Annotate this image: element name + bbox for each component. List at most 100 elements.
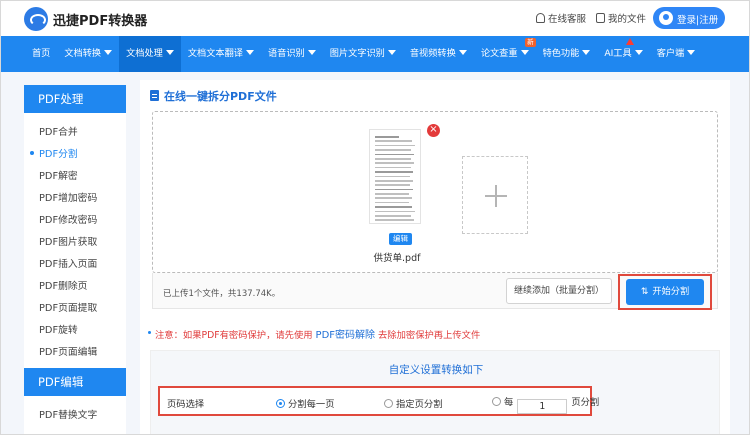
pdf-thumbnail[interactable] bbox=[369, 129, 421, 224]
nav-item-label: 文档文本翻译 bbox=[187, 48, 243, 59]
nav-item-8[interactable]: 特色功能 bbox=[536, 36, 598, 72]
option-every-n-pages[interactable]: 每 1 页分割 bbox=[492, 394, 599, 414]
nav-item-0[interactable]: 首页 bbox=[25, 36, 57, 72]
nav-item-label: 首页 bbox=[32, 48, 51, 59]
file-name: 供货单.pdf bbox=[373, 253, 421, 264]
thumbnail-line bbox=[375, 144, 415, 147]
chevron-down-icon bbox=[307, 50, 316, 55]
radio-icon[interactable] bbox=[384, 399, 393, 408]
thumbnail-line bbox=[375, 193, 410, 195]
chevron-down-icon bbox=[582, 50, 591, 55]
thumbnail-line bbox=[375, 206, 412, 208]
nav-item-label: 文档转换 bbox=[64, 48, 102, 59]
user-icon bbox=[659, 11, 673, 25]
page-title: 在线一键拆分PDF文件 bbox=[150, 88, 277, 104]
nav-item-label: 论文查重 bbox=[480, 48, 518, 59]
sidebar-item[interactable]: PDF增加密码 bbox=[39, 190, 97, 204]
chevron-down-icon bbox=[458, 50, 467, 55]
password-notice: 注意：如果PDF有密码保护，请先使用 PDF密码解除 去除加密保护再上传文件 bbox=[147, 326, 480, 341]
thumbnail-line bbox=[375, 210, 415, 213]
option-split-every-page[interactable]: 分割每一页 bbox=[276, 396, 335, 410]
nav-item-label: AI工具 bbox=[604, 48, 632, 59]
sidebar-item[interactable]: PDF图片获取 bbox=[39, 234, 97, 248]
nav-item-3[interactable]: 文档文本翻译 bbox=[181, 36, 261, 72]
upload-status-bar: 已上传1个文件，共137.74K。 继续添加（批量分割） ⇅ 开始分割 bbox=[152, 273, 718, 310]
headset-icon bbox=[536, 13, 545, 23]
radio-selected-icon[interactable] bbox=[276, 399, 285, 408]
thumbnail-line bbox=[375, 162, 414, 164]
chevron-down-icon bbox=[387, 50, 396, 55]
nav-item-label: 特色功能 bbox=[542, 48, 580, 59]
option-specified-pages[interactable]: 指定页分割 bbox=[384, 396, 443, 410]
chevron-down-icon bbox=[104, 50, 113, 55]
settings-title: 自定义设置转换如下 bbox=[388, 364, 484, 376]
continue-add-button[interactable]: 继续添加（批量分割） bbox=[506, 278, 612, 304]
pages-per-split-input[interactable]: 1 bbox=[517, 399, 568, 414]
page-options-highlight: 页码选择 分割每一页 指定页分割 每 1 页分割 bbox=[158, 386, 599, 416]
thumbnail-line bbox=[375, 188, 413, 191]
sidebar-item[interactable]: PDF旋转 bbox=[39, 322, 78, 336]
sidebar-section-pdf-processing: PDF处理 bbox=[24, 85, 126, 113]
nav-item-5[interactable]: 图片文字识别 bbox=[323, 36, 403, 72]
hot-triangle-icon bbox=[626, 38, 635, 45]
brand-logo-icon[interactable] bbox=[24, 7, 48, 31]
thumbnail-line bbox=[375, 175, 411, 178]
start-button-highlight: ⇅ 开始分割 bbox=[618, 274, 712, 310]
add-file-plus-icon[interactable] bbox=[462, 156, 528, 234]
pdf-decrypt-link[interactable]: PDF密码解除 bbox=[316, 330, 375, 341]
nav-item-10[interactable]: 客户端 bbox=[650, 36, 703, 72]
document-icon bbox=[596, 13, 605, 23]
sidebar-item[interactable]: PDF删除页 bbox=[39, 278, 87, 292]
new-badge: 新 bbox=[525, 38, 536, 47]
top-header: 迅捷PDF转换器 在线客服 我的文件 登录|注册 bbox=[0, 0, 750, 36]
start-split-button[interactable]: ⇅ 开始分割 bbox=[626, 279, 704, 305]
thumbnail-line bbox=[375, 166, 411, 169]
nav-item-9[interactable]: AI工具 bbox=[597, 36, 649, 72]
chevron-down-icon bbox=[634, 50, 643, 55]
nav-item-4[interactable]: 语音识别 bbox=[261, 36, 323, 72]
sidebar-item[interactable]: PDF插入页面 bbox=[39, 256, 97, 270]
nav-item-label: 语音识别 bbox=[268, 48, 305, 59]
upload-status-text: 已上传1个文件，共137.74K。 bbox=[163, 289, 281, 299]
nav-item-7[interactable]: 论文查重新 bbox=[474, 36, 536, 72]
delete-file-icon[interactable]: × bbox=[427, 124, 440, 137]
login-register-button[interactable]: 登录|注册 bbox=[653, 7, 725, 29]
sidebar-item[interactable]: PDF页面编辑 bbox=[39, 344, 97, 358]
sidebar-item[interactable]: PDF页面提取 bbox=[39, 300, 97, 314]
chevron-down-icon bbox=[165, 50, 174, 55]
thumbnail-line bbox=[375, 201, 409, 204]
swap-arrows-icon: ⇅ bbox=[640, 287, 649, 297]
sidebar-section-pdf-edit: PDF编辑 bbox=[24, 368, 126, 396]
thumbnail-line bbox=[375, 184, 410, 186]
nav-item-1[interactable]: 文档转换 bbox=[57, 36, 119, 72]
sidebar: PDF处理 PDF合并 PDF分割 PDF解密 PDF增加密码 PDF修改密码 PDF图片获… bbox=[24, 85, 126, 435]
edit-file-button[interactable]: 编辑 bbox=[389, 233, 412, 245]
my-files-link[interactable]: 我的文件 bbox=[596, 11, 646, 25]
upload-area[interactable]: × 编辑 供货单.pdf bbox=[152, 111, 718, 273]
thumbnail-line bbox=[375, 179, 413, 182]
nav-item-label: 文档处理 bbox=[126, 48, 163, 59]
nav-item-label: 音视频转换 bbox=[409, 48, 456, 59]
thumbnail-line bbox=[375, 157, 411, 160]
nav-item-6[interactable]: 音视频转换 bbox=[403, 36, 474, 72]
main-panel: 在线一键拆分PDF文件 × 编辑 供货单.pdf 已上传1个文件，共137.74… bbox=[140, 80, 730, 435]
chevron-down-icon bbox=[520, 50, 529, 55]
sidebar-item[interactable]: PDF分割 bbox=[30, 146, 78, 160]
thumbnail-line bbox=[375, 215, 412, 217]
nav-item-label: 图片文字识别 bbox=[329, 48, 385, 59]
document-icon bbox=[150, 90, 159, 101]
chevron-down-icon bbox=[246, 50, 254, 55]
customer-service-link[interactable]: 在线客服 bbox=[536, 11, 586, 25]
sidebar-item[interactable]: PDF修改密码 bbox=[39, 212, 97, 226]
radio-icon[interactable] bbox=[492, 397, 501, 406]
settings-panel: 自定义设置转换如下 页码选择 分割每一页 指定页分割 每 1 页分割 bbox=[150, 350, 720, 435]
sidebar-item[interactable]: PDF合并 bbox=[39, 124, 78, 138]
nav-item-2[interactable]: 文档处理 bbox=[119, 36, 181, 72]
sidebar-item[interactable]: PDF替换文字 bbox=[39, 407, 97, 421]
sidebar-item[interactable]: PDF解密 bbox=[39, 168, 78, 182]
main-nav: 首页 文档转换 文档处理 文档文本翻译 语音识别 图片文字识别 音视频转换 论文查重新特色功能… bbox=[0, 36, 750, 72]
thumbnail-line bbox=[375, 136, 399, 138]
brand-name[interactable]: 迅捷PDF转换器 bbox=[53, 10, 147, 29]
thumbnail-line bbox=[375, 140, 412, 142]
thumbnail-line bbox=[375, 171, 414, 173]
